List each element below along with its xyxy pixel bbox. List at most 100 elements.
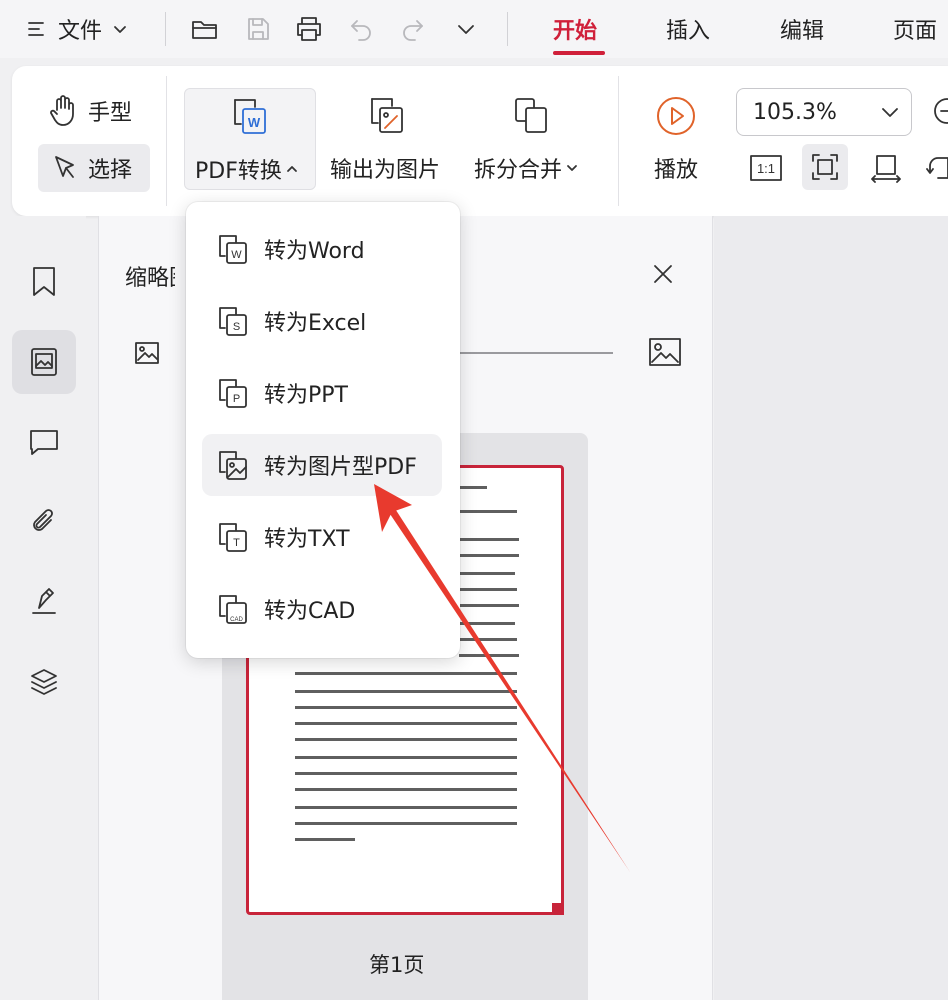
thumbnail-button[interactable]	[12, 330, 76, 394]
convert-to-txt-item[interactable]: T 转为TXT	[202, 506, 442, 568]
actual-size-button[interactable]: 1:1	[744, 146, 788, 190]
export-image-icon	[371, 98, 403, 133]
tab-page-label: 页面	[893, 19, 938, 44]
comment-button[interactable]	[12, 410, 76, 474]
chevron-down-icon	[882, 108, 898, 117]
layers-icon	[31, 669, 57, 695]
svg-text:CAD: CAD	[230, 617, 243, 623]
fit-width-icon	[871, 155, 901, 183]
page-label: 第1页	[369, 953, 425, 977]
layers-button[interactable]	[12, 650, 76, 714]
convert-to-ppt-item[interactable]: P 转为PPT	[202, 362, 442, 424]
tab-page[interactable]: 页面	[893, 0, 937, 58]
tab-home-label: 开始	[553, 19, 598, 44]
pdf-convert-label: PDF转换	[195, 159, 282, 184]
open-folder-icon[interactable]	[190, 0, 220, 58]
convert-to-word-item[interactable]: W 转为Word	[202, 218, 442, 280]
hand-tool-button[interactable]: 手型	[48, 94, 132, 128]
paperclip-icon	[33, 509, 53, 531]
svg-text:W: W	[231, 249, 242, 261]
menu-bar: 文件 开始 插入 编辑 页面	[0, 0, 948, 58]
comment-icon	[30, 430, 58, 455]
pdf-to-word-icon: W	[234, 99, 266, 134]
cursor-arrow-icon	[55, 156, 74, 178]
tab-edit-label: 编辑	[780, 19, 825, 44]
image-pdf-icon	[219, 451, 247, 480]
rotate-button[interactable]	[926, 146, 948, 190]
pen-sign-icon	[32, 588, 56, 614]
file-menu[interactable]: 文件	[58, 0, 128, 58]
fit-page-icon	[812, 154, 838, 180]
undo-icon[interactable]	[348, 0, 374, 58]
save-icon[interactable]	[244, 0, 272, 58]
left-sidebar	[0, 216, 86, 1000]
chevron-down-icon	[114, 26, 126, 33]
bookmark-icon	[33, 267, 55, 296]
signature-button[interactable]	[12, 570, 76, 634]
svg-text:T: T	[233, 537, 240, 549]
convert-to-word-label: 转为Word	[264, 239, 365, 264]
hand-icon	[50, 95, 74, 126]
more-chevron-icon[interactable]	[456, 0, 476, 58]
active-tab-indicator	[553, 51, 605, 55]
redo-icon[interactable]	[400, 0, 426, 58]
tab-insert[interactable]: 插入	[666, 0, 710, 58]
document-view-area	[714, 216, 948, 1000]
fit-page-button[interactable]	[802, 144, 848, 190]
bookmark-button[interactable]	[12, 250, 76, 314]
chevron-up-icon	[286, 166, 297, 172]
pdf-convert-dropdown: W 转为Word S 转为Excel P 转为PPT 转为图片型PDF T 转为…	[186, 202, 460, 658]
attachment-button[interactable]	[12, 490, 76, 554]
tab-edit[interactable]: 编辑	[780, 0, 824, 58]
txt-icon: T	[219, 523, 247, 552]
thumbnail-size-slider[interactable]	[457, 352, 613, 354]
play-button[interactable]: 播放	[640, 88, 716, 190]
export-as-image-label: 输出为图片	[330, 158, 441, 183]
convert-to-cad-label: 转为CAD	[264, 599, 356, 624]
play-icon	[657, 97, 695, 135]
convert-to-excel-item[interactable]: S 转为Excel	[202, 290, 442, 352]
chevron-down-icon	[567, 165, 577, 171]
hand-tool-label: 手型	[88, 101, 133, 126]
svg-text:W: W	[248, 115, 261, 130]
split-merge-label: 拆分合并	[474, 158, 563, 183]
ribbon-toolbar: 手型 选择 W PDF转换 输出为图片 拆分合并 播放 105.3% 1:1	[12, 66, 948, 216]
fit-width-button[interactable]	[864, 146, 908, 190]
close-panel-button[interactable]	[651, 262, 675, 286]
zoom-select[interactable]: 105.3%	[736, 88, 912, 136]
thumbnail-icon	[31, 348, 57, 376]
split-merge-button[interactable]: 拆分合并	[470, 88, 598, 190]
convert-to-ppt-label: 转为PPT	[264, 383, 348, 408]
pdf-convert-button[interactable]: W PDF转换	[184, 88, 316, 190]
svg-text:S: S	[233, 321, 240, 333]
tab-insert-label: 插入	[666, 19, 711, 44]
convert-to-excel-label: 转为Excel	[264, 311, 367, 336]
convert-to-cad-item[interactable]: CAD 转为CAD	[202, 578, 442, 640]
print-icon[interactable]	[294, 0, 324, 58]
excel-icon: S	[219, 307, 247, 336]
small-thumbnail-icon[interactable]	[133, 340, 161, 366]
select-tool-button[interactable]: 选择	[38, 144, 150, 192]
zoom-value: 105.3%	[753, 99, 837, 125]
rotate-icon	[926, 157, 948, 179]
tab-home[interactable]: 开始	[553, 0, 597, 58]
close-icon	[654, 265, 672, 283]
select-tool-label: 选择	[88, 158, 133, 183]
zoom-out-icon[interactable]	[932, 96, 948, 126]
file-menu-label: 文件	[58, 19, 103, 44]
play-label: 播放	[654, 158, 699, 183]
hamburger-menu-icon[interactable]	[26, 0, 46, 58]
convert-to-txt-label: 转为TXT	[264, 527, 350, 552]
convert-to-image-pdf-label: 转为图片型PDF	[264, 455, 417, 480]
actual-size-icon: 1:1	[750, 155, 782, 181]
split-merge-icon	[515, 98, 547, 133]
cad-icon: CAD	[219, 595, 247, 624]
large-thumbnail-icon[interactable]	[647, 336, 683, 368]
word-icon: W	[219, 235, 247, 264]
svg-text:1:1: 1:1	[757, 161, 775, 176]
svg-text:P: P	[233, 393, 240, 405]
panel-title: 缩略图	[125, 266, 175, 291]
ppt-icon: P	[219, 379, 247, 408]
export-as-image-button[interactable]: 输出为图片	[328, 88, 452, 190]
convert-to-image-pdf-item[interactable]: 转为图片型PDF	[202, 434, 442, 496]
